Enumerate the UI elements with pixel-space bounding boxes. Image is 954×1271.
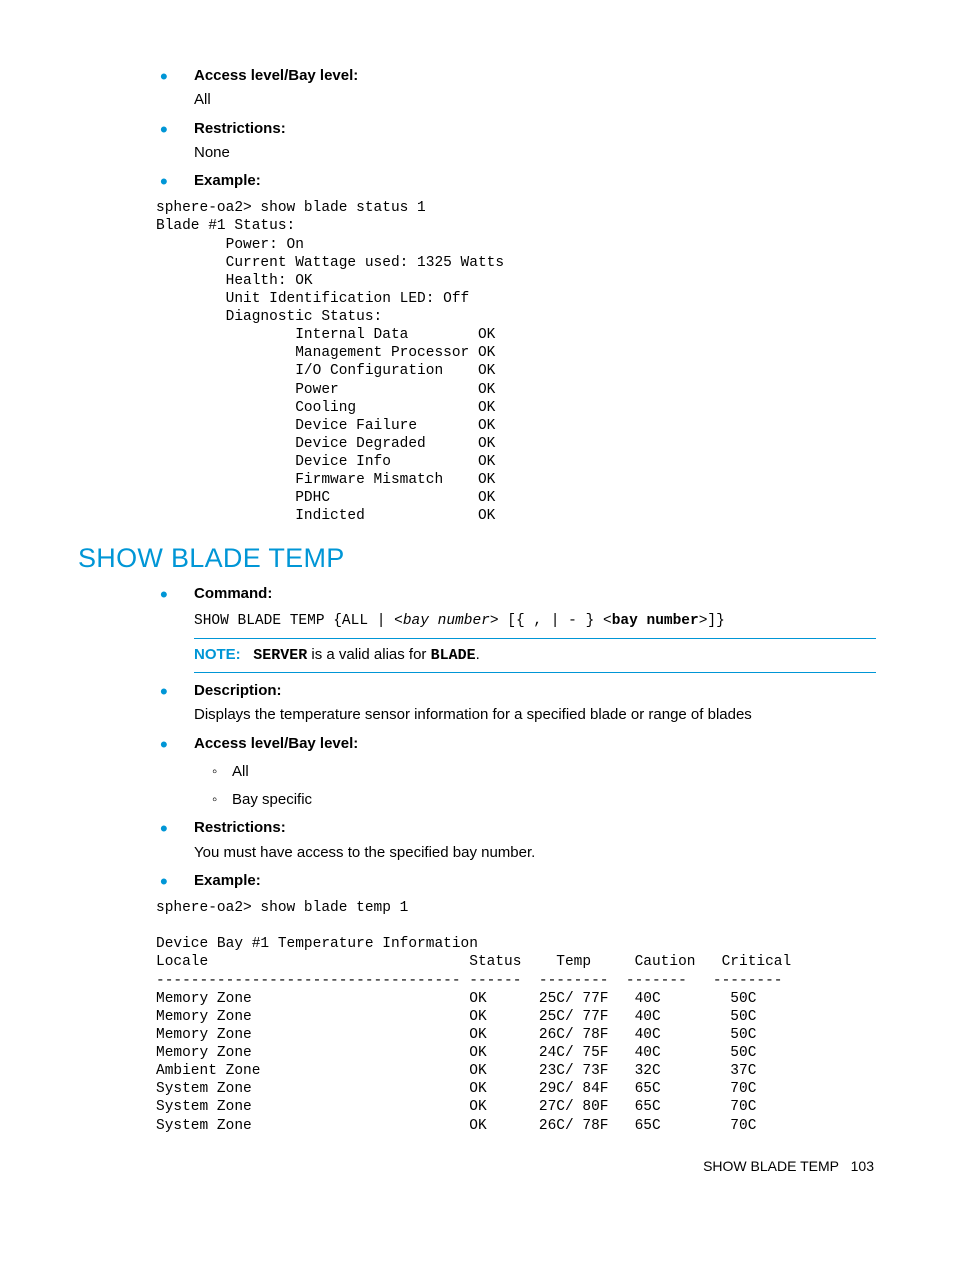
item-restrictions-1: Restrictions: None xyxy=(156,119,876,164)
section-heading: SHOW BLADE TEMP xyxy=(78,540,876,576)
value: Displays the temperature sensor informat… xyxy=(194,705,876,725)
command-syntax: SHOW BLADE TEMP {ALL | <bay number> [{ ,… xyxy=(194,612,876,632)
value: All xyxy=(194,90,876,110)
note-rule-top xyxy=(194,638,876,639)
value: None xyxy=(194,143,876,163)
label: Access level/Bay level: xyxy=(194,735,358,752)
footer-title: SHOW BLADE TEMP xyxy=(703,1158,839,1174)
page-footer: SHOW BLADE TEMP 103 xyxy=(78,1157,876,1176)
label: Access level/Bay level: xyxy=(194,67,358,84)
label: Example: xyxy=(194,172,261,189)
cmd-bold-bay: bay number xyxy=(612,613,699,629)
item-description: Description: Displays the temperature se… xyxy=(156,681,876,726)
note-word: NOTE: xyxy=(194,646,241,663)
note-rule-bottom xyxy=(194,672,876,673)
note-line: NOTE: SERVER is a valid alias for BLADE. xyxy=(194,645,876,666)
item-command: Command: xyxy=(156,584,876,604)
section1-list: Access level/Bay level: All Restrictions… xyxy=(78,66,876,191)
cmd-suffix: >]} xyxy=(699,613,725,629)
value: You must have access to the specified ba… xyxy=(194,843,876,863)
label: Restrictions: xyxy=(194,819,286,836)
section2-list: Command: xyxy=(78,584,876,604)
footer-page: 103 xyxy=(851,1158,874,1174)
item-example-1: Example: xyxy=(156,171,876,191)
cmd-prefix: SHOW BLADE TEMP {ALL | < xyxy=(194,613,403,629)
item-example-2: Example: xyxy=(156,871,876,891)
note-blade: BLADE xyxy=(431,647,476,664)
section2-list-2: Description: Displays the temperature se… xyxy=(78,681,876,891)
item-access-level-2: Access level/Bay level: All Bay specific xyxy=(156,734,876,811)
example-code-2: sphere-oa2> show blade temp 1 Device Bay… xyxy=(156,899,876,1135)
access-sublist: All Bay specific xyxy=(194,762,876,811)
item-access-level-1: Access level/Bay level: All xyxy=(156,66,876,111)
sub-all: All xyxy=(212,762,876,782)
sub-bay-specific: Bay specific xyxy=(212,790,876,810)
label: Description: xyxy=(194,682,282,699)
label: Restrictions: xyxy=(194,120,286,137)
example-code-1: sphere-oa2> show blade status 1 Blade #1… xyxy=(156,199,876,525)
label: Example: xyxy=(194,872,261,889)
note-server: SERVER xyxy=(253,647,307,664)
note-mid: is a valid alias for xyxy=(307,646,430,663)
note-end: . xyxy=(476,646,480,663)
cmd-mid: > [{ , | - } < xyxy=(490,613,612,629)
cmd-italic-bay: bay number xyxy=(403,613,490,629)
label: Command: xyxy=(194,585,272,602)
document-page: Access level/Bay level: All Restrictions… xyxy=(0,0,954,1271)
item-restrictions-2: Restrictions: You must have access to th… xyxy=(156,818,876,863)
